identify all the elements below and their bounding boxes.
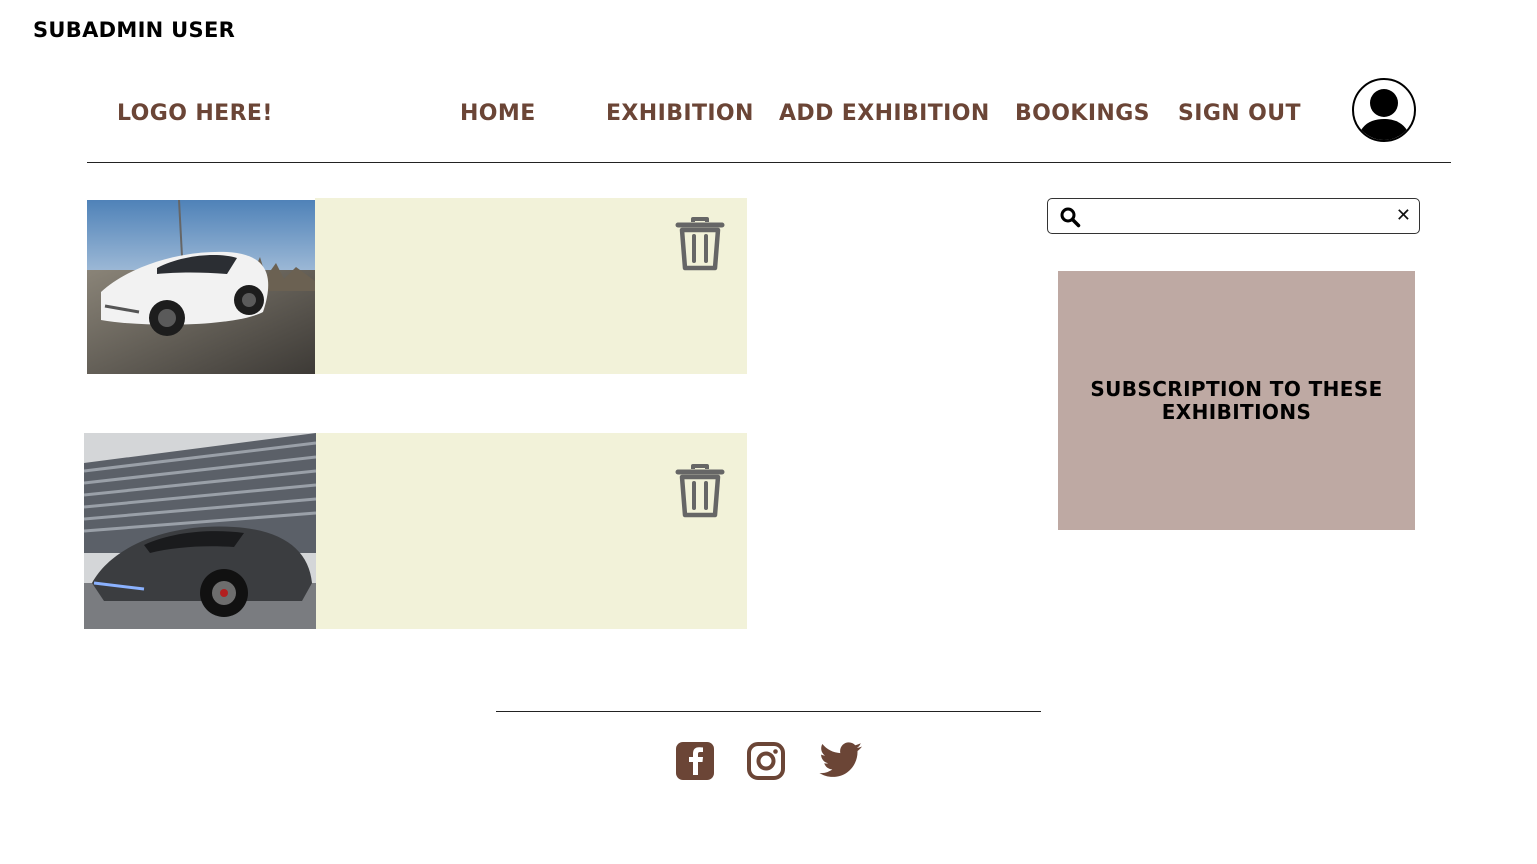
subscription-title: SUBSCRIPTION TO THESE EXHIBITIONS bbox=[1090, 376, 1383, 424]
delete-button[interactable] bbox=[675, 463, 725, 519]
delete-button[interactable] bbox=[675, 216, 725, 272]
exhibition-card-image[interactable] bbox=[87, 200, 315, 374]
nav-add-exhibition[interactable]: ADD EXHIBITION bbox=[779, 101, 990, 126]
subscription-panel: SUBSCRIPTION TO THESE EXHIBITIONS bbox=[1058, 271, 1415, 530]
header-divider bbox=[87, 162, 1451, 163]
nav-exhibition[interactable]: EXHIBITION bbox=[606, 101, 754, 126]
close-icon[interactable]: ✕ bbox=[1396, 205, 1411, 227]
nav-home[interactable]: HOME bbox=[460, 101, 536, 126]
instagram-link[interactable] bbox=[746, 741, 786, 781]
footer-divider bbox=[496, 711, 1041, 712]
search-input[interactable] bbox=[1084, 203, 1388, 231]
avatar[interactable] bbox=[1352, 78, 1416, 142]
instagram-icon bbox=[747, 742, 785, 780]
search-box: ✕ bbox=[1047, 198, 1420, 234]
user-avatar-icon bbox=[1358, 89, 1410, 140]
exhibition-card-image[interactable] bbox=[84, 433, 316, 629]
trash-icon bbox=[675, 217, 725, 271]
trash-icon bbox=[675, 464, 725, 518]
twitter-link[interactable] bbox=[818, 741, 864, 781]
nav-sign-out[interactable]: SIGN OUT bbox=[1178, 101, 1301, 126]
search-icon bbox=[1060, 207, 1081, 228]
page-label: SUBADMIN USER bbox=[33, 18, 236, 42]
twitter-icon bbox=[819, 742, 862, 777]
nav-bookings[interactable]: BOOKINGS bbox=[1015, 101, 1150, 126]
facebook-icon bbox=[676, 742, 714, 780]
facebook-link[interactable] bbox=[675, 741, 715, 781]
logo[interactable]: LOGO HERE! bbox=[117, 101, 273, 126]
